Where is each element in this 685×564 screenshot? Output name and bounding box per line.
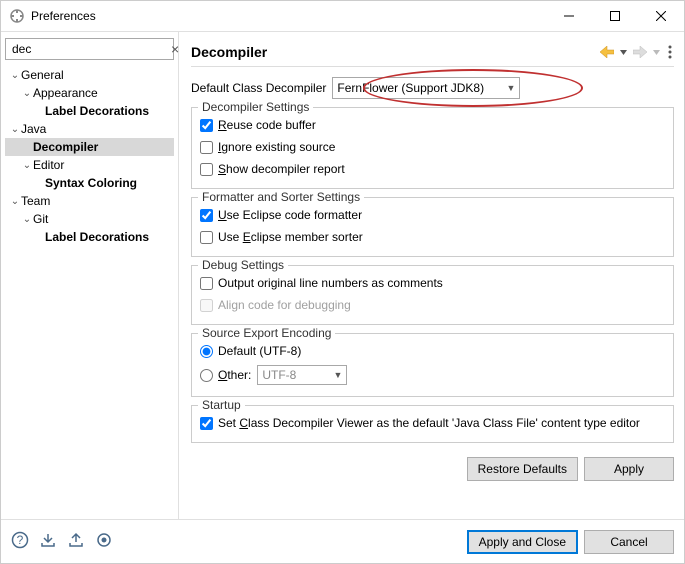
startup-group: Startup Set Class Decompiler Viewer as t… xyxy=(191,405,674,443)
close-button[interactable] xyxy=(638,1,684,31)
show-decompiler-report-checkbox[interactable]: Show decompiler report xyxy=(200,158,665,180)
cancel-button[interactable]: Cancel xyxy=(584,530,674,554)
tree-label: Appearance xyxy=(33,86,98,100)
forward-icon[interactable] xyxy=(633,46,647,58)
debug-settings-group: Debug Settings Output original line numb… xyxy=(191,265,674,325)
minimize-button[interactable] xyxy=(546,1,592,31)
tree-item[interactable]: Syntax Coloring xyxy=(5,174,174,192)
tree-item[interactable]: ⌄Git xyxy=(5,210,174,228)
expand-icon[interactable]: ⌄ xyxy=(9,196,21,207)
oomph-icon[interactable] xyxy=(95,531,113,552)
footer: ? Apply and Close Cancel xyxy=(1,519,684,563)
expand-icon[interactable]: ⌄ xyxy=(21,160,33,171)
default-decompiler-label: Default Class Decompiler xyxy=(191,81,326,95)
use-eclipse-formatter-checkbox[interactable]: Use Eclipse code formatter xyxy=(200,204,665,226)
output-line-numbers-checkbox[interactable]: Output original line numbers as comments xyxy=(200,272,665,294)
tree-label: Decompiler xyxy=(33,140,98,154)
decompiler-settings-group: Decompiler Settings Reuse code buffer Ig… xyxy=(191,107,674,189)
group-title: Startup xyxy=(198,398,245,412)
back-menu-icon[interactable] xyxy=(620,50,627,55)
combo-value: FernFlower (Support JDK8) xyxy=(337,81,484,95)
encoding-other-radio[interactable]: Other: xyxy=(200,364,251,386)
view-menu-icon[interactable] xyxy=(666,45,674,59)
reuse-code-buffer-checkbox[interactable]: Reuse code buffer xyxy=(200,114,665,136)
preferences-tree: ⌄General⌄AppearanceLabel Decorations⌄Jav… xyxy=(5,66,174,513)
apply-button[interactable]: Apply xyxy=(584,457,674,481)
formatter-settings-group: Formatter and Sorter Settings Use Eclips… xyxy=(191,197,674,257)
tree-item[interactable]: Label Decorations xyxy=(5,228,174,246)
expand-icon[interactable]: ⌄ xyxy=(9,70,21,81)
encoding-other-combo[interactable]: UTF-8 ▼ xyxy=(257,365,347,385)
default-decompiler-combo[interactable]: FernFlower (Support JDK8) ▼ xyxy=(332,77,520,99)
help-icon[interactable]: ? xyxy=(11,531,29,552)
tree-item[interactable]: Label Decorations xyxy=(5,102,174,120)
restore-defaults-button[interactable]: Restore Defaults xyxy=(467,457,578,481)
ignore-existing-source-checkbox[interactable]: Ignore existing source xyxy=(200,136,665,158)
chevron-down-icon: ▼ xyxy=(333,370,342,380)
nav-icons xyxy=(600,45,674,59)
align-code-checkbox: Align code for debugging xyxy=(200,294,665,316)
filter-input[interactable]: × xyxy=(5,38,174,60)
set-default-viewer-checkbox[interactable]: Set Class Decompiler Viewer as the defau… xyxy=(200,412,665,434)
expand-icon[interactable]: ⌄ xyxy=(21,88,33,99)
sidebar: × ⌄General⌄AppearanceLabel Decorations⌄J… xyxy=(1,32,179,519)
tree-item[interactable]: ⌄Team xyxy=(5,192,174,210)
group-title: Debug Settings xyxy=(198,258,288,272)
chevron-down-icon: ▼ xyxy=(506,83,515,93)
tree-label: General xyxy=(21,68,64,82)
tree-item[interactable]: ⌄Editor xyxy=(5,156,174,174)
tree-item[interactable]: ⌄Java xyxy=(5,120,174,138)
tree-item[interactable]: ⌄General xyxy=(5,66,174,84)
window-title: Preferences xyxy=(31,9,546,23)
tree-label: Team xyxy=(21,194,50,208)
tree-item[interactable]: ⌄Appearance xyxy=(5,84,174,102)
back-icon[interactable] xyxy=(600,46,614,58)
tree-label: Label Decorations xyxy=(45,230,149,244)
apply-and-close-button[interactable]: Apply and Close xyxy=(467,530,578,554)
export-icon[interactable] xyxy=(67,531,85,552)
filter-text[interactable] xyxy=(10,41,169,57)
import-icon[interactable] xyxy=(39,531,57,552)
tree-label: Label Decorations xyxy=(45,104,149,118)
group-title: Decompiler Settings xyxy=(198,100,313,114)
group-title: Source Export Encoding xyxy=(198,326,335,340)
source-export-group: Source Export Encoding Default (UTF-8) O… xyxy=(191,333,674,397)
expand-icon[interactable]: ⌄ xyxy=(21,214,33,225)
group-title: Formatter and Sorter Settings xyxy=(198,190,364,204)
encoding-default-radio[interactable]: Default (UTF-8) xyxy=(200,340,665,362)
tree-label: Syntax Coloring xyxy=(45,176,137,190)
expand-icon[interactable]: ⌄ xyxy=(9,124,21,135)
titlebar: Preferences xyxy=(1,1,684,31)
tree-label: Java xyxy=(21,122,46,136)
page-title: Decompiler xyxy=(191,44,600,60)
main-panel: Decompiler Default Class Decompiler Fern… xyxy=(179,32,684,519)
tree-label: Git xyxy=(33,212,48,226)
svg-text:?: ? xyxy=(17,533,24,547)
maximize-button[interactable] xyxy=(592,1,638,31)
tree-label: Editor xyxy=(33,158,64,172)
use-eclipse-sorter-checkbox[interactable]: Use Eclipse member sorter xyxy=(200,226,665,248)
forward-menu-icon[interactable] xyxy=(653,50,660,55)
preferences-icon xyxy=(9,8,25,24)
tree-item[interactable]: Decompiler xyxy=(5,138,174,156)
